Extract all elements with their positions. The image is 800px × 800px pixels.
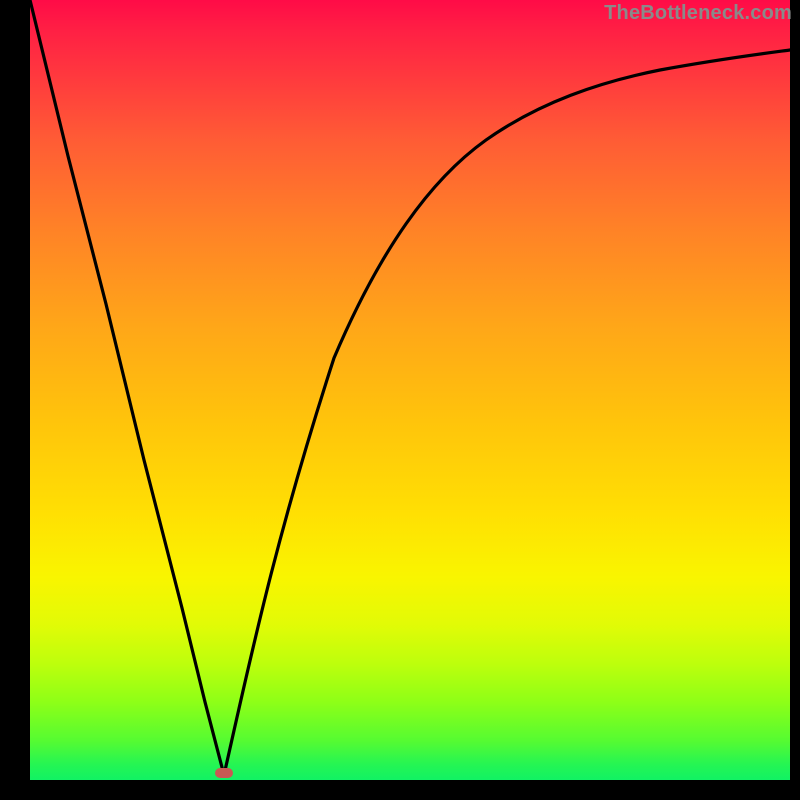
optimal-point-marker (215, 768, 233, 778)
plot-area (30, 0, 790, 780)
watermark-text: TheBottleneck.com (604, 2, 792, 25)
bottleneck-curve (30, 0, 790, 780)
